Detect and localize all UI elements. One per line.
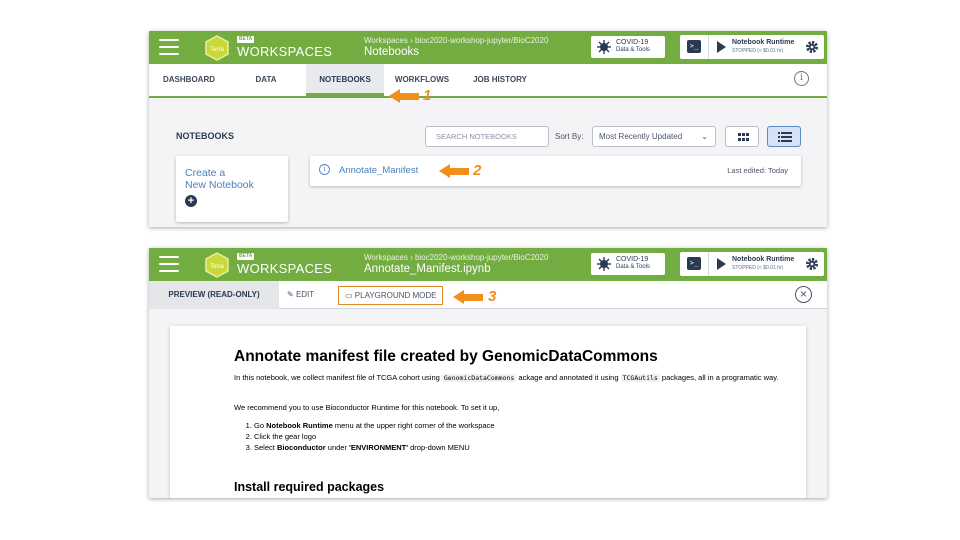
annotation-number: 1 — [423, 87, 432, 104]
covid-data-button[interactable]: COVID-19 Data & Tools — [591, 36, 665, 58]
beta-badge: BETA — [237, 36, 255, 43]
chevron-down-icon: ⌄ — [701, 132, 708, 141]
terminal-icon[interactable]: >_ — [687, 40, 701, 53]
terra-logo-icon[interactable]: Terra — [204, 252, 230, 278]
play-icon[interactable] — [717, 41, 726, 53]
create-label-1: Create a — [185, 167, 226, 179]
virus-icon — [597, 40, 611, 54]
breadcrumb[interactable]: Workspaces › bioc2020-workshop-jupyter/B… — [364, 36, 548, 45]
virus-icon — [597, 257, 611, 271]
brand-title[interactable]: WORKSPACES — [237, 261, 332, 276]
intro-paragraph: In this notebook, we collect manifest fi… — [234, 373, 779, 382]
sort-value: Most Recently Updated — [599, 132, 683, 141]
logo-text: Terra — [210, 47, 224, 53]
notebook-heading: Annotate manifest file created by Genomi… — [234, 348, 658, 365]
pencil-icon: ✎ — [287, 290, 294, 299]
annotation-number: 3 — [488, 288, 497, 305]
notebook-name[interactable]: Annotate_Manifest — [339, 165, 418, 176]
covid-sublabel: Data & Tools — [616, 264, 650, 270]
playground-label: PLAYGROUND MODE — [354, 291, 437, 300]
grid-view-button[interactable] — [725, 126, 759, 147]
gear-icon[interactable] — [805, 257, 819, 271]
grid-icon — [738, 133, 749, 141]
covid-label: COVID-19 — [616, 39, 649, 46]
tab-preview[interactable]: PREVIEW (READ-ONLY) — [149, 281, 279, 309]
runtime-title: Notebook Runtime — [732, 256, 795, 263]
tab-data[interactable]: DATA — [231, 64, 301, 96]
runtime-status: STOPPED (< $0.01 hr) — [732, 48, 784, 54]
setup-steps: Go Notebook Runtime menu at the upper ri… — [248, 420, 495, 453]
playground-icon: ▭ — [345, 291, 353, 300]
top-bar: Terra BETA WORKSPACES Workspaces › bioc2… — [149, 31, 827, 64]
notebooks-list-screenshot: Terra BETA WORKSPACES Workspaces › bioc2… — [149, 31, 827, 227]
covid-data-button[interactable]: COVID-19 Data & Tools — [591, 253, 665, 275]
notebook-runtime-widget: >_ Notebook Runtime STOPPED (< $0.01 hr) — [680, 252, 824, 276]
page-title: Notebooks — [364, 46, 419, 58]
runtime-status: STOPPED (< $0.01 hr) — [732, 265, 784, 271]
annotation-number: 2 — [473, 162, 482, 179]
notebook-preview: Annotate manifest file created by Genomi… — [170, 326, 806, 498]
create-label-2: New Notebook — [185, 179, 254, 191]
annotation-arrow-icon — [439, 164, 469, 178]
edit-label: EDIT — [295, 290, 315, 299]
tab-job-history[interactable]: JOB HISTORY — [465, 64, 535, 96]
breadcrumb[interactable]: Workspaces › bioc2020-workshop-jupyter/B… — [364, 253, 548, 262]
page-title: Annotate_Manifest.ipynb — [364, 263, 491, 275]
list-item: Select Bioconductor under 'ENVIRONMENT' … — [254, 442, 495, 453]
logo-text: Terra — [210, 264, 224, 270]
menu-icon[interactable] — [159, 256, 179, 272]
plus-icon: + — [185, 195, 197, 207]
workspace-tabs: DASHBOARD DATA NOTEBOOKS WORKFLOWS JOB H… — [149, 64, 827, 98]
create-notebook-card[interactable]: Create a New Notebook + — [176, 156, 288, 222]
top-bar: Terra BETA WORKSPACES Workspaces › bioc2… — [149, 248, 827, 281]
section-title: NOTEBOOKS — [176, 131, 235, 141]
play-icon[interactable] — [717, 258, 726, 270]
recommend-paragraph: We recommend you to use Bioconductor Run… — [234, 403, 500, 412]
notebook-runtime-widget: >_ Notebook Runtime STOPPED (< $0.01 hr) — [680, 35, 824, 59]
info-icon[interactable]: i — [794, 71, 809, 86]
terra-logo-icon[interactable]: Terra — [204, 35, 230, 61]
runtime-title: Notebook Runtime — [732, 39, 795, 46]
info-icon[interactable]: i — [319, 164, 330, 175]
brand-title[interactable]: WORKSPACES — [237, 44, 332, 59]
terminal-icon[interactable]: >_ — [687, 257, 701, 270]
search-input[interactable]: SEARCH NOTEBOOKS — [425, 126, 549, 147]
section-heading: Install required packages — [234, 480, 385, 494]
divider — [708, 252, 709, 276]
tab-dashboard[interactable]: DASHBOARD — [149, 64, 229, 96]
last-edited: Last edited: Today — [727, 166, 788, 175]
divider — [708, 35, 709, 59]
notebook-row[interactable]: i Annotate_Manifest Last edited: Today — [310, 156, 801, 186]
close-icon[interactable]: × — [795, 286, 812, 303]
playground-mode-button[interactable]: ▭ PLAYGROUND MODE — [338, 286, 444, 305]
list-item: Click the gear logo — [254, 431, 495, 442]
menu-icon[interactable] — [159, 39, 179, 55]
edit-button[interactable]: ✎ EDIT — [287, 281, 314, 309]
notebook-preview-screenshot: Terra BETA WORKSPACES Workspaces › bioc2… — [149, 248, 827, 498]
list-item: Go Notebook Runtime menu at the upper ri… — [254, 420, 495, 431]
gear-icon[interactable] — [805, 40, 819, 54]
list-view-button[interactable] — [767, 126, 801, 147]
annotation-arrow-icon — [453, 290, 483, 304]
list-icon — [778, 132, 792, 142]
sort-select[interactable]: Most Recently Updated ⌄ — [592, 126, 716, 147]
covid-sublabel: Data & Tools — [616, 47, 650, 53]
tab-notebooks[interactable]: NOTEBOOKS — [306, 64, 384, 96]
beta-badge: BETA — [237, 253, 255, 260]
sort-label: Sort By: — [555, 132, 584, 141]
annotation-arrow-icon — [389, 89, 419, 103]
covid-label: COVID-19 — [616, 256, 649, 263]
